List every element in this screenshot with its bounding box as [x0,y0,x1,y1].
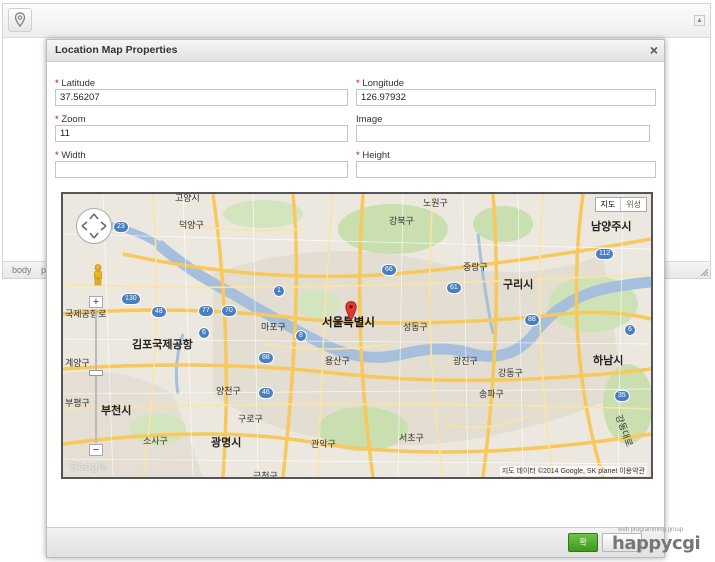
pan-arrows-icon [81,213,107,239]
map-label-deogyang: 덕양구 [179,220,204,230]
pan-control[interactable] [76,208,112,244]
map-label-gangbuk: 강북구 [389,216,414,226]
image-label: Image [356,114,382,125]
road-shield: 112 [595,248,615,260]
longitude-label-text: Longitude [362,78,405,89]
height-label: * Height [356,150,390,161]
google-logo: Google [69,461,107,473]
location-map-properties-dialog: Location Map Properties × * Latitude * L… [46,39,665,558]
road-shield: 77 [198,305,214,317]
longitude-label: * Longitude [356,78,404,89]
zoom-input[interactable] [55,125,348,142]
map-label-mapo: 마포구 [261,322,286,332]
map-pin-toolbar-button[interactable] [8,8,32,32]
map-label-sosa: 소사구 [143,436,168,446]
map-view[interactable]: 서울특별시 남양주시 구리시 하남시 부천시 광명시 김포국제공항 마포구 성동… [61,192,653,479]
road-shield: 1 [273,285,285,297]
road-shield: 6 [624,324,636,336]
zoom-slider-thumb[interactable] [89,370,103,376]
location-marker-icon[interactable] [345,301,357,321]
map-label-gwangmyeong: 광명시 [211,437,242,449]
watermark-text: happycgi [612,533,701,554]
map-label-seocho: 서초구 [399,433,424,443]
zoom-label-text: Zoom [61,114,86,125]
map-label-yongsan: 용산구 [325,356,350,366]
width-input[interactable] [55,161,348,178]
latitude-input[interactable] [55,89,348,106]
height-input[interactable] [356,161,656,178]
editor-toolbar: ▲ [3,4,710,38]
required-mark: * [356,78,360,89]
road-shield: 23 [113,221,129,233]
longitude-input[interactable] [356,89,656,106]
width-label-text: Width [61,150,86,161]
watermark-logo: web programming group happycgi [612,527,712,557]
map-label-airport-road: 국제공항로 [65,309,107,319]
map-pin-icon [14,12,26,28]
map-type-switcher: 지도 위성 [594,197,647,212]
ok-button[interactable]: 확 [568,533,598,552]
zoom-slider-track[interactable] [95,309,97,443]
resize-grip-icon[interactable] [700,268,708,276]
element-path-body[interactable]: body [12,262,32,278]
dialog-title: Location Map Properties [55,44,178,56]
road-shield: 35 [614,390,630,402]
collapse-toolbar-button[interactable]: ▲ [694,15,705,26]
width-label: * Width [55,150,86,161]
latitude-label-text: Latitude [61,78,96,89]
map-label-yangcheon: 양천구 [216,386,241,396]
close-icon[interactable]: × [650,42,658,58]
road-shield: 130 [121,293,141,305]
map-label-gwangjin: 광진구 [453,356,478,366]
zoom-out-button[interactable]: − [89,444,103,456]
zoom-in-button[interactable]: + [89,296,103,308]
map-label-gyeyang: 계양구 [65,358,90,368]
road-shield: 88 [258,352,274,364]
road-shield: 70 [221,305,237,317]
map-label-nowon: 노원구 [423,198,448,208]
map-label-seongdong: 성동구 [403,322,428,332]
map-label-gangdong: 강동구 [498,368,523,378]
required-mark: * [55,78,59,89]
road-shield: 88 [524,314,540,326]
map-type-map-button[interactable]: 지도 [596,198,621,211]
image-label-text: Image [356,114,383,125]
map-type-satellite-button[interactable]: 위성 [620,198,646,211]
map-label-goyang: 고양시 [175,193,200,203]
map-attribution[interactable]: 지도 데이터 ©2014 Google, SK planet 이용약관 [499,466,647,476]
required-mark: * [55,114,59,125]
map-label-songpa: 송파구 [479,389,504,399]
map-label-gimpo-airport: 김포국제공항 [132,339,193,351]
map-label-bucheon: 부천시 [101,405,132,417]
map-label-namyangju: 남양주시 [591,221,632,233]
zoom-label: * Zoom [55,114,86,125]
height-label-text: Height [362,150,390,161]
map-label-bupyeong: 부평구 [65,398,90,408]
map-label-gwanak: 관악구 [311,439,336,449]
road-shield: 66 [381,264,397,276]
image-input[interactable] [356,125,650,142]
map-label-geumcheon: 금천구 [253,471,278,479]
map-label-guro: 구로구 [238,414,263,424]
dialog-footer: 확 [47,527,664,557]
map-label-jungnang: 중랑구 [463,262,488,272]
required-mark: * [356,150,360,161]
map-label-hanam: 하남시 [593,355,624,367]
dialog-header[interactable]: Location Map Properties × [47,40,664,62]
road-shield: 6 [198,327,210,339]
required-mark: * [55,150,59,161]
road-shield: 48 [151,306,167,318]
road-shield: 8 [295,330,307,342]
road-shield: 46 [258,387,274,399]
street-view-pegman-icon[interactable] [92,264,104,286]
latitude-label: * Latitude [55,78,95,89]
road-shield: 61 [446,282,462,294]
map-label-guri: 구리시 [503,279,534,291]
